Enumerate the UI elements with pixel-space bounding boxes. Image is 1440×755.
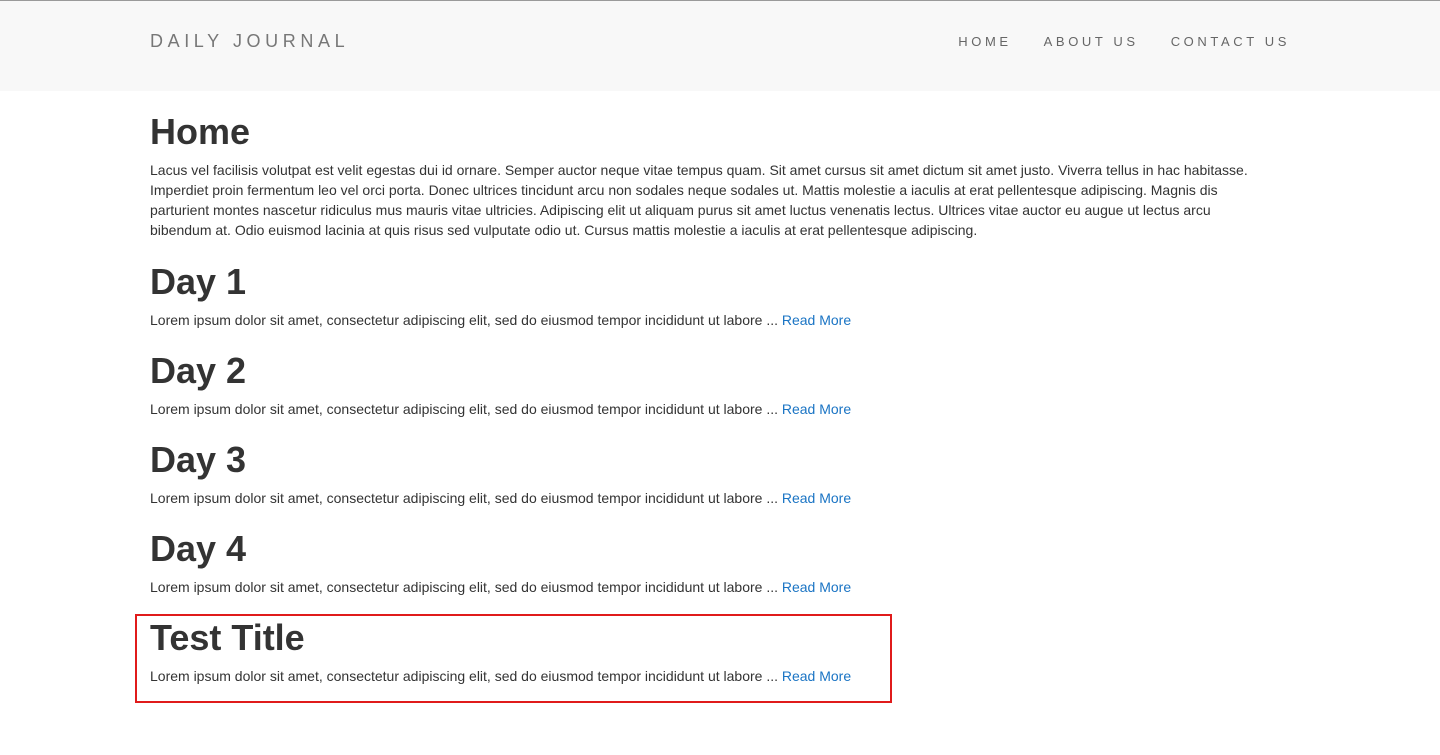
read-more-link[interactable]: Read More bbox=[782, 312, 851, 328]
read-more-link[interactable]: Read More bbox=[782, 579, 851, 595]
brand-link[interactable]: DAILY JOURNAL bbox=[150, 31, 349, 51]
post-excerpt-text: Lorem ipsum dolor sit amet, consectetur … bbox=[150, 668, 782, 684]
post-excerpt-text: Lorem ipsum dolor sit amet, consectetur … bbox=[150, 579, 782, 595]
post-excerpt-text: Lorem ipsum dolor sit amet, consectetur … bbox=[150, 490, 782, 506]
post-title: Day 4 bbox=[150, 528, 247, 569]
nav-links: HOME ABOUT US CONTACT US bbox=[926, 34, 1290, 49]
read-more-link[interactable]: Read More bbox=[782, 401, 851, 417]
read-more-link[interactable]: Read More bbox=[782, 490, 851, 506]
post-excerpt: Lorem ipsum dolor sit amet, consectetur … bbox=[150, 310, 851, 330]
post-excerpt: Lorem ipsum dolor sit amet, consectetur … bbox=[150, 666, 851, 686]
nav-home-link[interactable]: HOME bbox=[958, 34, 1011, 49]
intro-paragraph: Lacus vel facilisis volutpat est velit e… bbox=[150, 162, 1248, 238]
post-title: Day 1 bbox=[150, 261, 247, 302]
post-excerpt-text: Lorem ipsum dolor sit amet, consectetur … bbox=[150, 312, 782, 328]
read-more-link[interactable]: Read More bbox=[782, 668, 851, 684]
nav-contact-link[interactable]: CONTACT US bbox=[1171, 34, 1290, 49]
post-excerpt: Lorem ipsum dolor sit amet, consectetur … bbox=[150, 488, 851, 508]
post-title: Test Title bbox=[150, 617, 305, 658]
post-excerpt: Lorem ipsum dolor sit amet, consectetur … bbox=[150, 399, 851, 419]
nav-about-link[interactable]: ABOUT US bbox=[1044, 34, 1139, 49]
post-excerpt: Lorem ipsum dolor sit amet, consectetur … bbox=[150, 577, 851, 597]
navbar: DAILY JOURNAL HOME ABOUT US CONTACT US bbox=[0, 0, 1440, 91]
page-title: Home bbox=[150, 111, 251, 152]
post-excerpt-text: Lorem ipsum dolor sit amet, consectetur … bbox=[150, 401, 782, 417]
post-title: Day 2 bbox=[150, 350, 247, 391]
post-title: Day 3 bbox=[150, 439, 247, 480]
